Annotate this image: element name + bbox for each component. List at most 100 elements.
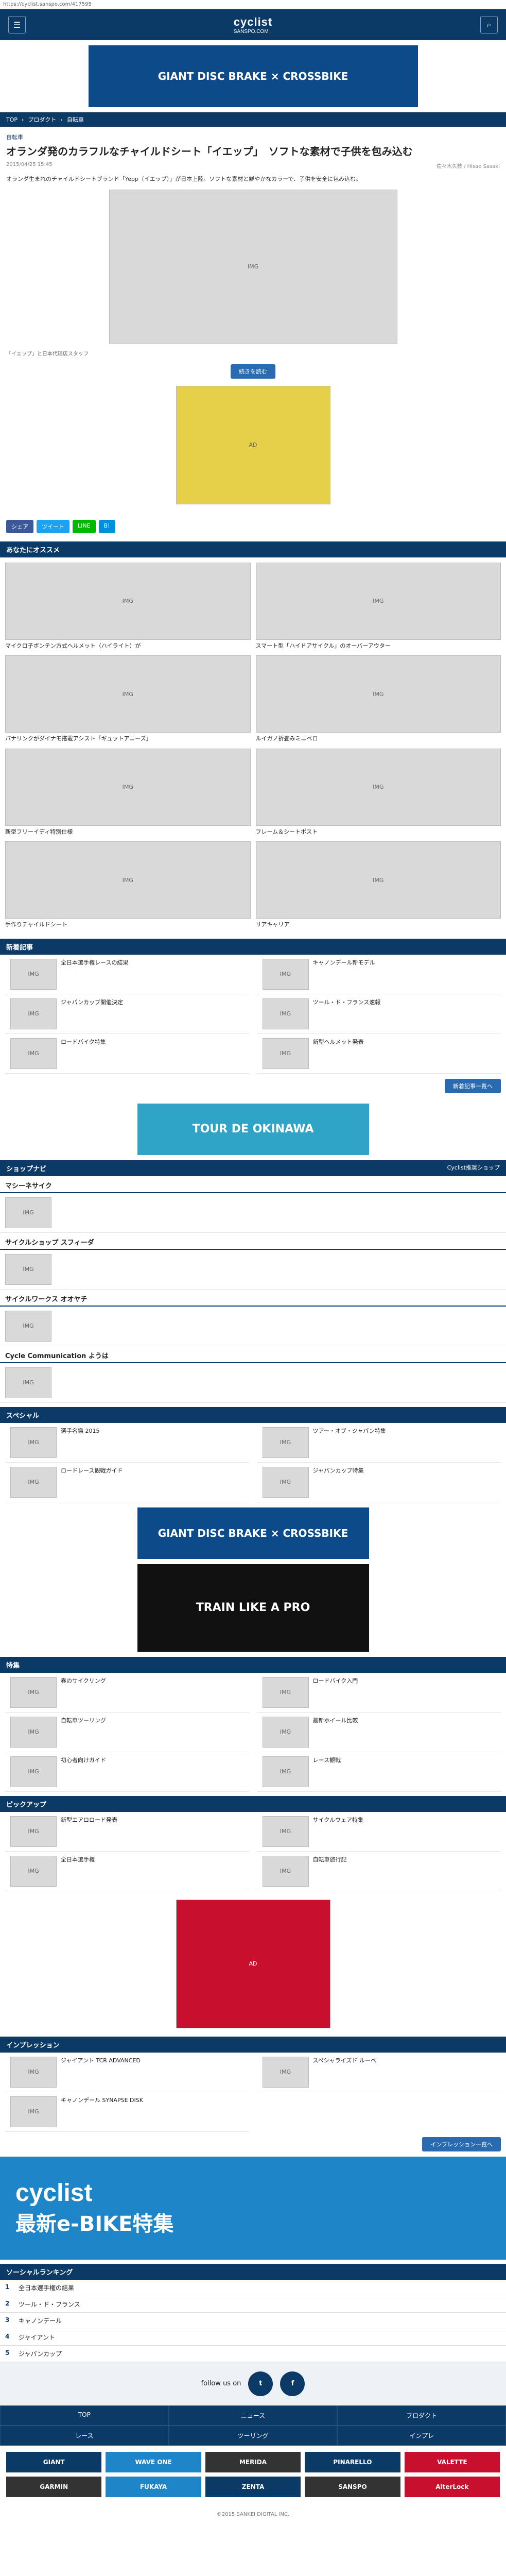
feature-item[interactable]: IMG 自転車ツーリング [5,1713,249,1752]
twitter-share-button[interactable]: ツイート [37,519,69,533]
site-logo[interactable]: cyclist SANSPO.COM [234,15,273,35]
news-item[interactable]: IMG キャノンデール新モデル [257,955,501,994]
recommend-image: IMG [5,655,251,733]
breadcrumb-item[interactable]: 自転車 [67,115,84,124]
pickup-item[interactable]: IMG 自転車旅行記 [257,1852,501,1891]
tour-banner[interactable]: TOUR DE OKINAWA [137,1103,369,1155]
footer-nav-item[interactable]: ニュース [168,2405,338,2426]
sponsor-logo[interactable]: PINARELLO [305,2451,400,2472]
impression-item[interactable]: IMG ジャイアント TCR ADVANCED [5,2053,249,2092]
sale-ad[interactable]: AD [176,1899,330,2028]
more-photos-button[interactable]: 続きを読む [231,364,275,379]
pickup-item[interactable]: IMG 全日本選手権 [5,1852,249,1891]
footer-nav-item[interactable]: インプレ [337,2425,506,2446]
menu-icon[interactable]: ☰ [8,16,26,33]
recommend-card[interactable]: IMG ルイガノ折畳みミニベロ [255,655,501,743]
sponsor-logo[interactable]: WAVE ONE [106,2451,201,2472]
ranking-list: 1 全日本選手権の結果 2 ツール・ド・フランス 3 キャノンデール 4 ジャイアント … [0,2280,506,2362]
sponsor-logo[interactable]: ZENTA [205,2476,301,2497]
line-share-button[interactable]: LINE [73,519,96,533]
header: ☰ cyclist SANSPO.COM ⌕ [0,9,506,40]
impression-text: キャノンデール SYNAPSE DISK [61,2096,143,2104]
special-item[interactable]: IMG ロードレース観戦ガイド [5,1463,249,1502]
footer-nav-item[interactable]: TOP [0,2405,169,2426]
article-category[interactable]: 自転車 [6,133,500,141]
shop-item[interactable]: IMG [0,1307,506,1346]
recommend-card[interactable]: IMG マイクロ子ボンテン方式ヘルメット（ハイライト）が [5,562,251,651]
feature-item[interactable]: IMG 春のサイクリング [5,1673,249,1713]
sponsor-logo[interactable]: FUKAYA [106,2476,201,2497]
pickup-item[interactable]: IMG サイクルウェア特集 [257,1812,501,1852]
article-meta: 2015/04/25 15:45 佐々木久枝 / Hisae Sasaki [6,162,500,170]
ad-image[interactable]: AD [176,385,330,504]
ranking-item[interactable]: 3 キャノンデール [0,2313,506,2329]
shop-item-title[interactable]: Cycle Communication ようは [0,1346,506,1363]
shop-item-title[interactable]: サイクルショップ スフィーダ [0,1233,506,1250]
news-item[interactable]: IMG 新型ヘルメット発表 [257,1034,501,1074]
recommend-image: IMG [5,841,251,919]
train-banner[interactable]: TRAIN LIKE A PRO [137,1564,369,1652]
shop-item[interactable]: IMG [0,1250,506,1290]
facebook-icon[interactable]: f [280,2371,305,2396]
footer-nav-item[interactable]: レース [0,2425,169,2446]
recommend-image: IMG [5,562,251,640]
recommend-card[interactable]: IMG 手作りチャイルドシート [5,841,251,929]
ranking-header: ソーシャルランキング [0,2263,506,2280]
footer-nav-item[interactable]: プロダクト [337,2405,506,2426]
shop-sub[interactable]: Cyclist推奨ショップ [447,1163,500,1172]
sponsor-logo[interactable]: MERIDA [205,2451,301,2472]
recommend-card[interactable]: IMG リアキャリア [255,841,501,929]
hatena-share-button[interactable]: B! [98,519,115,533]
news-item[interactable]: IMG 全日本選手権レースの結果 [5,955,249,994]
recommend-card[interactable]: IMG フレーム＆シートポスト [255,748,501,837]
news-more-button[interactable]: 新着記事一覧へ [445,1078,501,1093]
breadcrumb-item[interactable]: TOP [6,116,18,123]
news-item[interactable]: IMG ジャパンカップ開催決定 [5,994,249,1034]
impressions-more-button[interactable]: インプレッション一覧へ [422,2137,501,2151]
news-item[interactable]: IMG ロードバイク特集 [5,1034,249,1074]
ranking-item[interactable]: 5 ジャパンカップ [0,2346,506,2362]
shop-item[interactable]: IMG [0,1193,506,1233]
ranking-item[interactable]: 2 ツール・ド・フランス [0,2296,506,2313]
shop-item-title[interactable]: マシーネサイク [0,1176,506,1193]
ranking-item[interactable]: 1 全日本選手権の結果 [0,2280,506,2296]
facebook-share-button[interactable]: シェア [6,519,33,533]
shop-thumb: IMG [5,1367,51,1398]
article-main-image[interactable]: IMG [109,189,397,344]
sponsor-logo[interactable]: SANSPO [305,2476,400,2497]
recommend-card[interactable]: IMG 新型フリーイディ特別仕様 [5,748,251,837]
sponsor-logo[interactable]: AlterLock [404,2476,500,2497]
top-ad-banner[interactable]: GIANT DISC BRAKE × CROSSBIKE [88,45,418,107]
twitter-icon[interactable]: t [248,2371,273,2396]
special-item[interactable]: IMG ツアー・オブ・ジャパン特集 [257,1423,501,1463]
pickup-item[interactable]: IMG 新型エアロロード発表 [5,1812,249,1852]
news-item[interactable]: IMG ツール・ド・フランス速報 [257,994,501,1034]
recommend-card[interactable]: IMG スマート型「ハイドアサイクル」のオーバーアウター [255,562,501,651]
sponsor-logo[interactable]: VALETTE [404,2451,500,2472]
breadcrumb-item[interactable]: プロダクト [28,115,56,124]
sponsor-logo[interactable]: GIANT [6,2451,102,2472]
special-item[interactable]: IMG ジャパンカップ特集 [257,1463,501,1502]
footer-nav-item[interactable]: ツーリング [168,2425,338,2446]
feature-item[interactable]: IMG 初心者向けガイド [5,1752,249,1792]
sponsor-logo[interactable]: GARMIN [6,2476,102,2497]
feature-item[interactable]: IMG レース観戦 [257,1752,501,1792]
impression-item[interactable]: IMG スペシャライズド ルーベ [257,2053,501,2092]
article-author[interactable]: 佐々木久枝 / Hisae Sasaki [437,162,500,170]
news-text: ツール・ド・フランス速報 [312,998,381,1006]
pickup-list: IMG 新型エアロロード発表 IMG サイクルウェア特集 IMG 全日本選手権 IMG… [0,1812,506,1891]
sponsor-grid: GIANT WAVE ONE MERIDA PINARELLO VALETTE … [0,2446,506,2503]
special-item[interactable]: IMG 選手名鑑 2015 [5,1423,249,1463]
search-icon[interactable]: ⌕ [480,16,498,33]
shop-item-title[interactable]: サイクルワークス オオヤチ [0,1290,506,1307]
ebike-banner[interactable]: cyclist 最新e-BIKE特集 [0,2156,506,2260]
ranking-text: ジャイアント [19,2333,55,2341]
mid-ad-banner[interactable]: GIANT DISC BRAKE × CROSSBIKE [137,1507,369,1559]
ranking-item[interactable]: 4 ジャイアント [0,2329,506,2346]
feature-item[interactable]: IMG ロードバイク入門 [257,1673,501,1713]
feature-item[interactable]: IMG 最新ホイール比較 [257,1713,501,1752]
impression-item[interactable]: IMG キャノンデール SYNAPSE DISK [5,2092,249,2132]
recommend-card[interactable]: IMG パナリンクがダイナモ搭載アシスト「ギュットアニーズ」 [5,655,251,743]
ranking-text: キャノンデール [19,2317,62,2325]
shop-item[interactable]: IMG [0,1363,506,1403]
